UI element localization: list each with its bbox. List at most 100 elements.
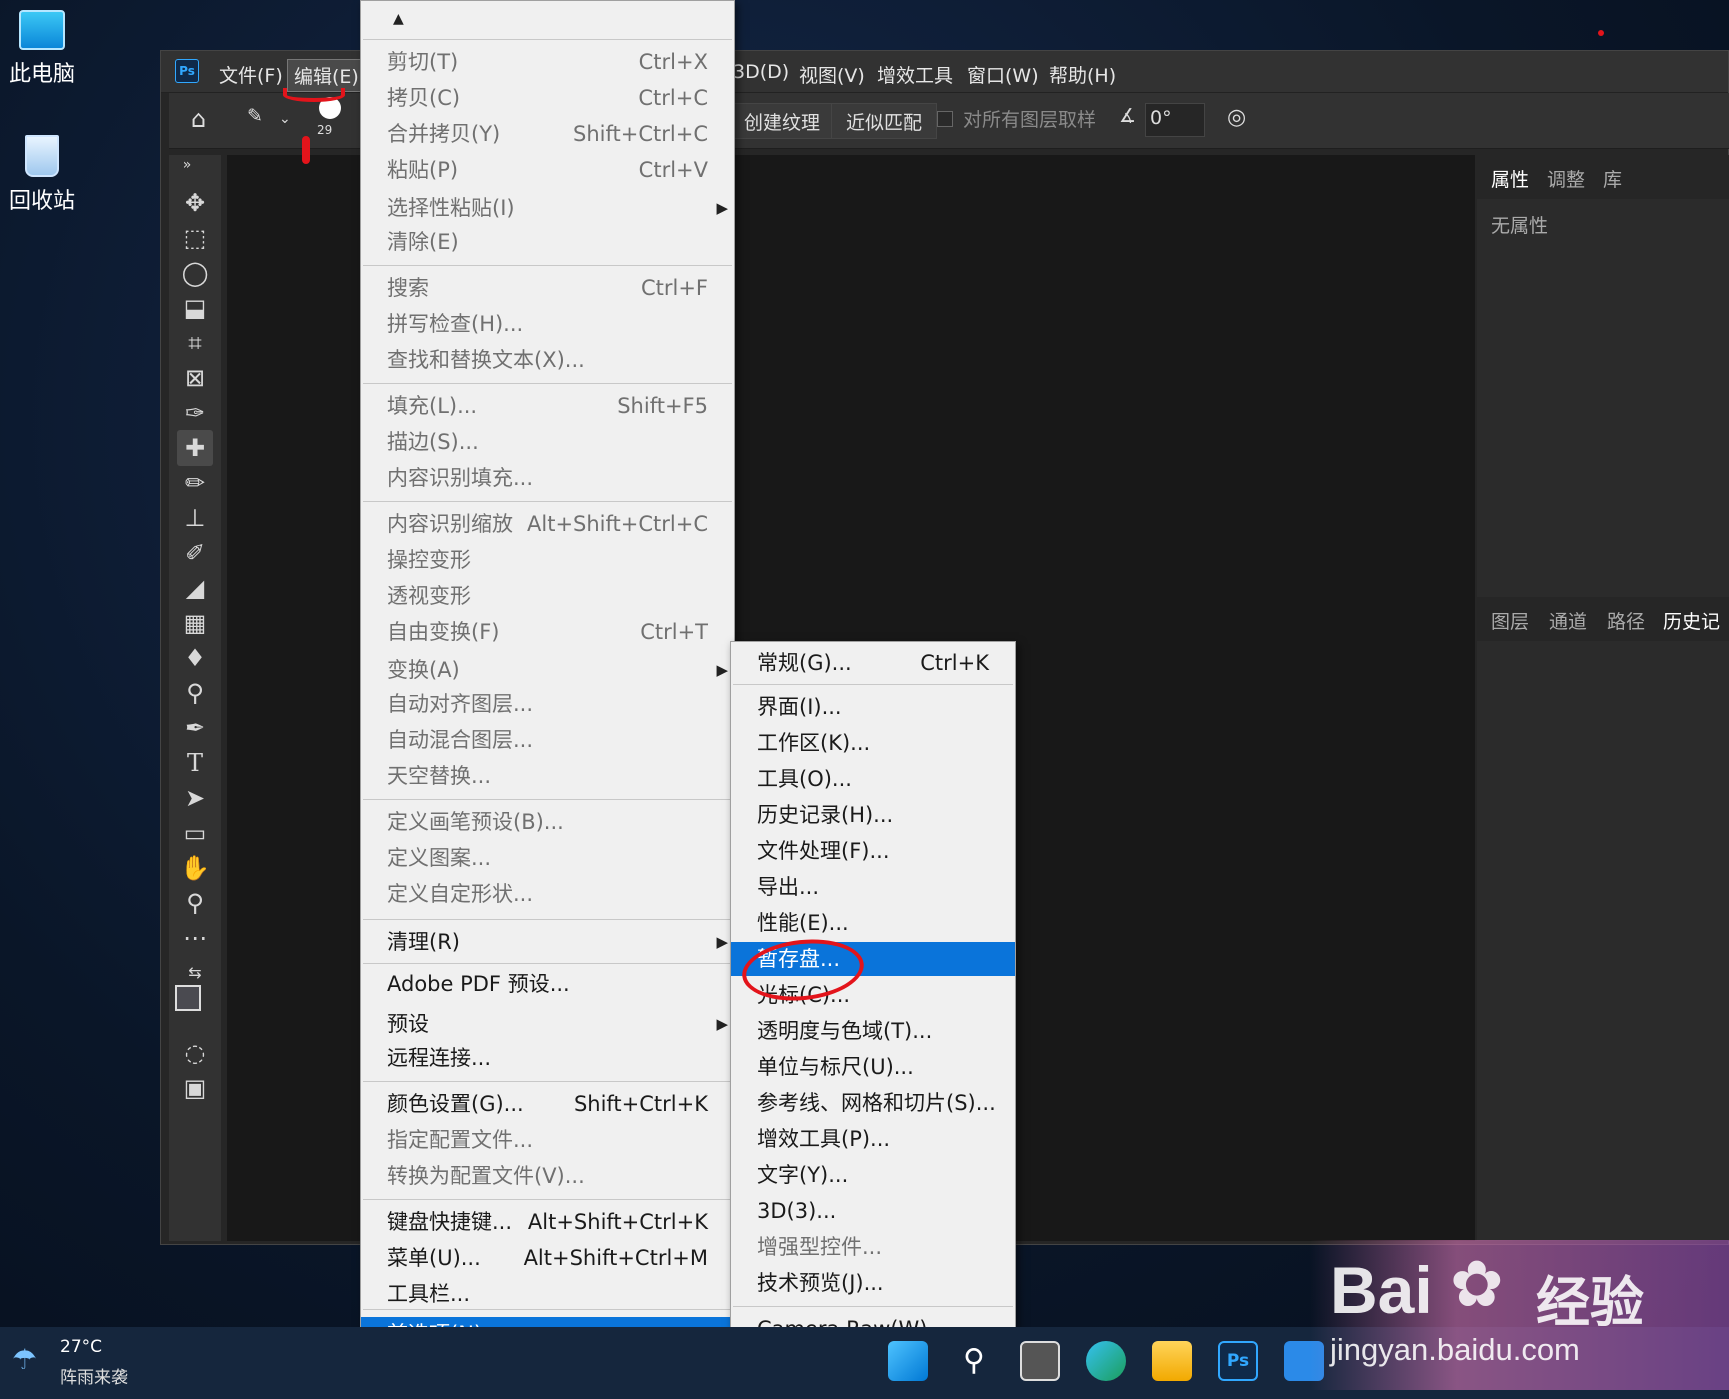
expand-icon[interactable]: » <box>169 155 205 175</box>
create-texture-button[interactable]: 创建纹理 <box>729 103 836 139</box>
tab-libraries[interactable]: 库 <box>1603 165 1622 192</box>
screen-mode-icon[interactable]: ▣ <box>177 1070 213 1106</box>
edit-menu-item[interactable]: Adobe PDF 预设... <box>361 967 734 1001</box>
file-explorer-icon[interactable] <box>1152 1341 1192 1381</box>
edit-menu-item[interactable]: 内容识别填充... <box>361 461 734 495</box>
desktop-icon-this-pc[interactable]: 此电脑 <box>6 10 78 88</box>
preferences-menu-item[interactable]: 文件处理(F)... <box>731 834 1015 868</box>
preferences-menu-item[interactable]: 透明度与色域(T)... <box>731 1014 1015 1048</box>
zoom-tool-icon[interactable]: ⚲ <box>177 885 213 921</box>
preferences-menu-item[interactable]: 工具(O)... <box>731 762 1015 796</box>
edit-menu-item[interactable]: 描边(S)... <box>361 425 734 459</box>
photoshop-taskbar-icon[interactable]: Ps <box>1218 1341 1258 1381</box>
menu-3d[interactable]: 3D(D) <box>727 59 795 85</box>
menu-view[interactable]: 视图(V) <box>793 59 871 90</box>
hand-tool-icon[interactable]: ✋ <box>177 850 213 886</box>
edit-menu-item[interactable]: 远程连接... <box>361 1041 734 1075</box>
dodge-tool-icon[interactable]: ⚲ <box>177 675 213 711</box>
preferences-menu-item[interactable]: 单位与标尺(U)... <box>731 1050 1015 1084</box>
edit-menu-item[interactable]: 定义图案... <box>361 841 734 875</box>
more-tools-icon[interactable]: ⋯ <box>177 920 213 956</box>
type-tool-icon[interactable]: T <box>177 745 213 781</box>
target-icon[interactable]: ◎ <box>1227 105 1246 130</box>
edit-menu-item[interactable]: 查找和替换文本(X)... <box>361 343 734 377</box>
tab-paths[interactable]: 路径 <box>1607 607 1645 634</box>
preferences-menu-item[interactable]: 技术预览(J)... <box>731 1266 1015 1300</box>
edit-menu-item[interactable]: 工具栏... <box>361 1277 734 1311</box>
angle-input[interactable]: 0° <box>1145 103 1205 137</box>
marquee-tool-icon[interactable]: ⬚ <box>177 220 213 256</box>
quick-mask-icon[interactable]: ◌ <box>177 1035 213 1071</box>
preferences-menu-item[interactable]: 常规(G)... Ctrl+K <box>731 646 1015 680</box>
edit-menu-item[interactable]: 剪切(T) Ctrl+X <box>361 45 734 79</box>
chevron-down-icon[interactable]: ⌄ <box>279 111 291 127</box>
preferences-menu-item[interactable]: 文字(Y)... <box>731 1158 1015 1192</box>
edit-menu-item[interactable]: 指定配置文件... <box>361 1123 734 1157</box>
blur-tool-icon[interactable]: ♦ <box>177 640 213 676</box>
edit-menu-item[interactable]: 拷贝(C) Ctrl+C <box>361 81 734 115</box>
edit-menu-item[interactable]: 定义画笔预设(B)... <box>361 805 734 839</box>
edit-menu-item[interactable]: 键盘快捷键... Alt+Shift+Ctrl+K <box>361 1205 734 1239</box>
preferences-menu-item[interactable]: 工作区(K)... <box>731 726 1015 760</box>
menu-plugins[interactable]: 增效工具 <box>871 59 959 90</box>
history-brush-icon[interactable]: ✐ <box>177 535 213 571</box>
eraser-tool-icon[interactable]: ◢ <box>177 570 213 606</box>
tab-layers[interactable]: 图层 <box>1491 607 1529 634</box>
tab-adjustments[interactable]: 调整 <box>1547 165 1585 192</box>
lasso-tool-icon[interactable]: ◯ <box>177 255 213 291</box>
edit-menu-item[interactable]: 颜色设置(G)... Shift+Ctrl+K <box>361 1087 734 1121</box>
crop-tool-icon[interactable]: ⌗ <box>177 325 213 361</box>
preferences-menu-item[interactable]: 增强型控件... <box>731 1230 1015 1264</box>
preferences-menu-item[interactable]: 参考线、网格和切片(S)... <box>731 1086 1015 1120</box>
preferences-menu-item[interactable]: 3D(3)... <box>731 1194 1015 1228</box>
edit-menu-item[interactable]: 填充(L)... Shift+F5 <box>361 389 734 423</box>
edit-menu-item[interactable]: 透视变形 <box>361 579 734 613</box>
tab-properties[interactable]: 属性 <box>1491 165 1529 192</box>
foreground-color-icon[interactable] <box>175 985 201 1011</box>
edge-icon[interactable] <box>1086 1341 1126 1381</box>
edit-menu-item[interactable]: 变换(A) ▶ <box>361 653 734 687</box>
edit-menu-item[interactable]: 天空替换... <box>361 759 734 793</box>
edit-menu-item[interactable]: 清理(R) ▶ <box>361 925 734 959</box>
menu-window[interactable]: 窗口(W) <box>961 59 1045 90</box>
edit-menu-item[interactable]: 预设 ▶ <box>361 1007 734 1041</box>
path-select-icon[interactable]: ➤ <box>177 780 213 816</box>
pen-tool-icon[interactable]: ✒ <box>177 710 213 746</box>
preferences-menu-item[interactable]: 历史记录(H)... <box>731 798 1015 832</box>
edit-menu-item[interactable]: 粘贴(P) Ctrl+V <box>361 153 734 187</box>
sample-all-checkbox[interactable] <box>937 111 953 127</box>
tab-history[interactable]: 历史记 <box>1663 607 1720 634</box>
edit-menu-item[interactable]: 搜索 Ctrl+F <box>361 271 734 305</box>
object-select-tool-icon[interactable]: ⬓ <box>177 290 213 326</box>
gradient-tool-icon[interactable]: ▦ <box>177 605 213 641</box>
task-view-icon[interactable] <box>1020 1341 1060 1381</box>
edit-menu-item[interactable]: 转换为配置文件(V)... <box>361 1159 734 1193</box>
preferences-menu-item[interactable]: 性能(E)... <box>731 906 1015 940</box>
home-icon[interactable]: ⌂ <box>191 105 206 133</box>
edit-menu-item[interactable]: 菜单(U)... Alt+Shift+Ctrl+M <box>361 1241 734 1275</box>
search-icon[interactable]: ⚲ <box>954 1341 994 1381</box>
proximity-match-button[interactable]: 近似匹配 <box>831 103 938 139</box>
desktop-icon-recycle-bin[interactable]: 回收站 <box>6 135 78 215</box>
eyedropper-tool-icon[interactable]: ✑ <box>177 395 213 431</box>
edit-menu-item[interactable]: 拼写检查(H)... <box>361 307 734 341</box>
move-tool-icon[interactable]: ✥ <box>177 185 213 221</box>
preferences-menu-item[interactable]: 增效工具(P)... <box>731 1122 1015 1156</box>
edit-menu-item[interactable]: 自动对齐图层... <box>361 687 734 721</box>
start-icon[interactable] <box>888 1341 928 1381</box>
frame-tool-icon[interactable]: ⊠ <box>177 360 213 396</box>
edit-menu-item[interactable]: 合并拷贝(Y) Shift+Ctrl+C <box>361 117 734 151</box>
edit-menu-item[interactable]: 操控变形 <box>361 543 734 577</box>
healing-brush-icon[interactable]: ✎ <box>247 105 263 127</box>
edit-menu-item[interactable]: 清除(E) <box>361 225 734 259</box>
brush-tool-icon[interactable]: ✏ <box>177 465 213 501</box>
edit-menu-item[interactable]: 内容识别缩放 Alt+Shift+Ctrl+C <box>361 507 734 541</box>
tab-channels[interactable]: 通道 <box>1549 607 1587 634</box>
edit-menu-item[interactable]: 定义自定形状... <box>361 877 734 911</box>
edit-menu-item[interactable]: 选择性粘贴(I) ▶ <box>361 191 734 225</box>
preferences-menu-item[interactable]: 界面(I)... <box>731 690 1015 724</box>
color-swatches-icon[interactable] <box>175 985 215 1025</box>
preferences-menu-item[interactable]: 导出... <box>731 870 1015 904</box>
menu-help[interactable]: 帮助(H) <box>1043 59 1122 90</box>
edit-menu-item[interactable]: 自由变换(F) Ctrl+T <box>361 615 734 649</box>
